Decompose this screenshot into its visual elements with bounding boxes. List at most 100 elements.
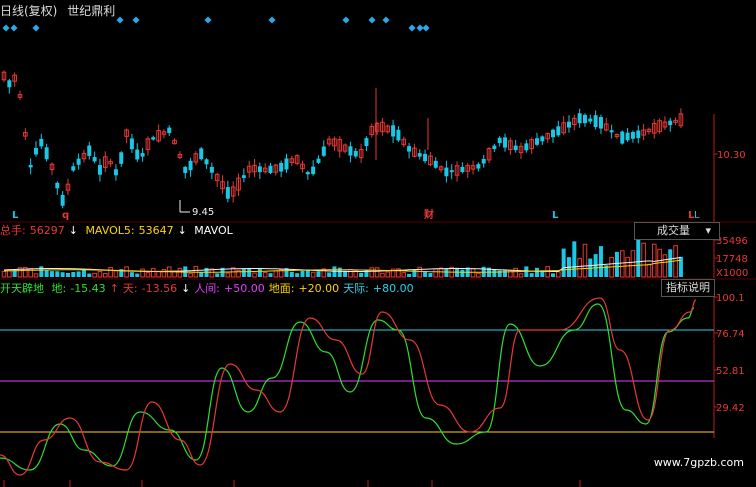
candle-body: [481, 158, 486, 164]
indicator-name: 开天辟地: [0, 282, 44, 295]
volume-bar: [374, 267, 380, 278]
indicator-axis-label: 100.1: [716, 293, 745, 304]
candle-body: [391, 125, 396, 137]
vol-total-value: 56297: [29, 224, 65, 237]
indicator-series-value: +20.00: [298, 282, 340, 295]
volume-bar: [369, 267, 375, 278]
candle-body: [353, 150, 358, 157]
volume-bar: [124, 266, 129, 278]
candle-body: [321, 146, 326, 156]
candle-body: [140, 153, 145, 157]
volume-bar: [1, 270, 7, 278]
volume-bar: [289, 271, 294, 277]
volume-bar: [572, 241, 577, 277]
volume-bar: [76, 271, 81, 277]
event-marker-icon: [32, 24, 40, 32]
volume-bar: [598, 246, 603, 277]
volume-bar: [614, 251, 619, 277]
volume-selector-button[interactable]: 成交量 ▾: [634, 222, 720, 240]
stock-name: 世纪鼎利: [67, 4, 116, 18]
vol-total-label: 总手:: [0, 224, 26, 237]
volume-bar: [39, 266, 44, 277]
candle-body: [598, 117, 603, 129]
indicator-legend: 开天辟地 地: -15.43 ↑ 天: -13.56 ↓ 人间: +50.00 地面: +20.0…: [0, 281, 418, 296]
indicator-axis-label: 76.74: [716, 329, 745, 340]
volume-bar: [401, 272, 407, 278]
candle-body: [311, 166, 316, 175]
candle-body: [55, 182, 60, 189]
volume-bar: [476, 272, 481, 278]
period-label[interactable]: 日线(复权): [0, 4, 57, 18]
candle-body: [513, 145, 518, 151]
indicator-help-button[interactable]: 指标说明: [661, 279, 715, 297]
volume-bar: [87, 273, 92, 277]
candle-body: [60, 194, 65, 206]
volume-bar: [582, 243, 588, 278]
candle-body: [566, 121, 571, 128]
candle-body: [460, 166, 465, 173]
volume-bar: [108, 266, 113, 278]
candle-body: [279, 162, 284, 172]
event-marker-icon: [10, 24, 18, 32]
candle-body: [577, 113, 582, 124]
volume-bar: [662, 254, 668, 278]
volume-bar: [65, 272, 70, 277]
candle-body: [497, 137, 502, 144]
volume-bar: [55, 271, 60, 277]
chevron-down-icon: ▾: [705, 224, 712, 237]
candle-body: [87, 145, 92, 156]
indicator-series-label: 地面:: [268, 282, 295, 295]
volume-bar: [433, 268, 439, 278]
indicator-help-label: 指标说明: [666, 281, 710, 294]
volume-bar: [273, 270, 279, 278]
volume-bar: [295, 273, 300, 277]
indicator-series-value: -13.56: [141, 282, 178, 295]
mavol5-arrow: ↓: [177, 224, 187, 237]
volume-bar: [161, 269, 167, 278]
volume-bar: [423, 271, 428, 277]
candle-body: [630, 132, 635, 139]
candle-body: [582, 114, 587, 124]
candle-body: [609, 130, 614, 133]
mavol5-label: MAVOL5:: [85, 224, 135, 237]
watermark: www.7gpzb.com: [653, 456, 744, 469]
volume-bar: [535, 267, 539, 277]
volume-bar: [135, 273, 140, 277]
event-marker-icon: [342, 16, 350, 24]
candle-body: [417, 153, 422, 157]
candle-body: [7, 80, 12, 88]
candle-body: [97, 165, 102, 175]
event-marker-icon: [204, 16, 212, 24]
volume-bar: [492, 269, 497, 277]
volume-bar: [327, 272, 332, 277]
volume-bar: [460, 269, 465, 277]
volume-bar: [268, 273, 273, 277]
volume-bar: [262, 272, 268, 278]
volume-bar: [300, 270, 305, 277]
chart-canvas[interactable]: 10.309.45L q 财 L L L3549617748X1000100.176.74…: [0, 0, 756, 487]
candle-body: [620, 131, 625, 144]
indicator-axis-label: 29.42: [716, 403, 745, 414]
candle-body: [28, 164, 33, 168]
candle-body: [209, 166, 214, 173]
volume-bar: [561, 248, 566, 277]
candle-body: [433, 160, 438, 168]
price-event-marker: L: [694, 210, 700, 221]
volume-bar: [619, 250, 625, 278]
volume-bar: [646, 263, 652, 278]
candle-body: [225, 187, 230, 199]
chart-header: 日线(复权) 世纪鼎利: [0, 3, 121, 19]
volume-axis-label: 17748: [716, 254, 748, 265]
event-marker-icon: [368, 16, 376, 24]
candle-body: [449, 170, 454, 173]
indicator-axis-label: 52.81: [716, 366, 745, 377]
volume-bar: [678, 256, 683, 277]
volume-bar: [252, 272, 257, 278]
volume-selector-label: 成交量: [657, 224, 690, 237]
candle-body: [364, 138, 369, 146]
event-marker-icon: [2, 24, 10, 32]
volume-legend: 总手: 56297 ↓ MAVOL5: 53647 ↓ MAVOL: [0, 223, 237, 238]
volume-bar: [215, 273, 220, 277]
volume-bar: [641, 242, 646, 278]
volume-bar: [199, 272, 204, 277]
